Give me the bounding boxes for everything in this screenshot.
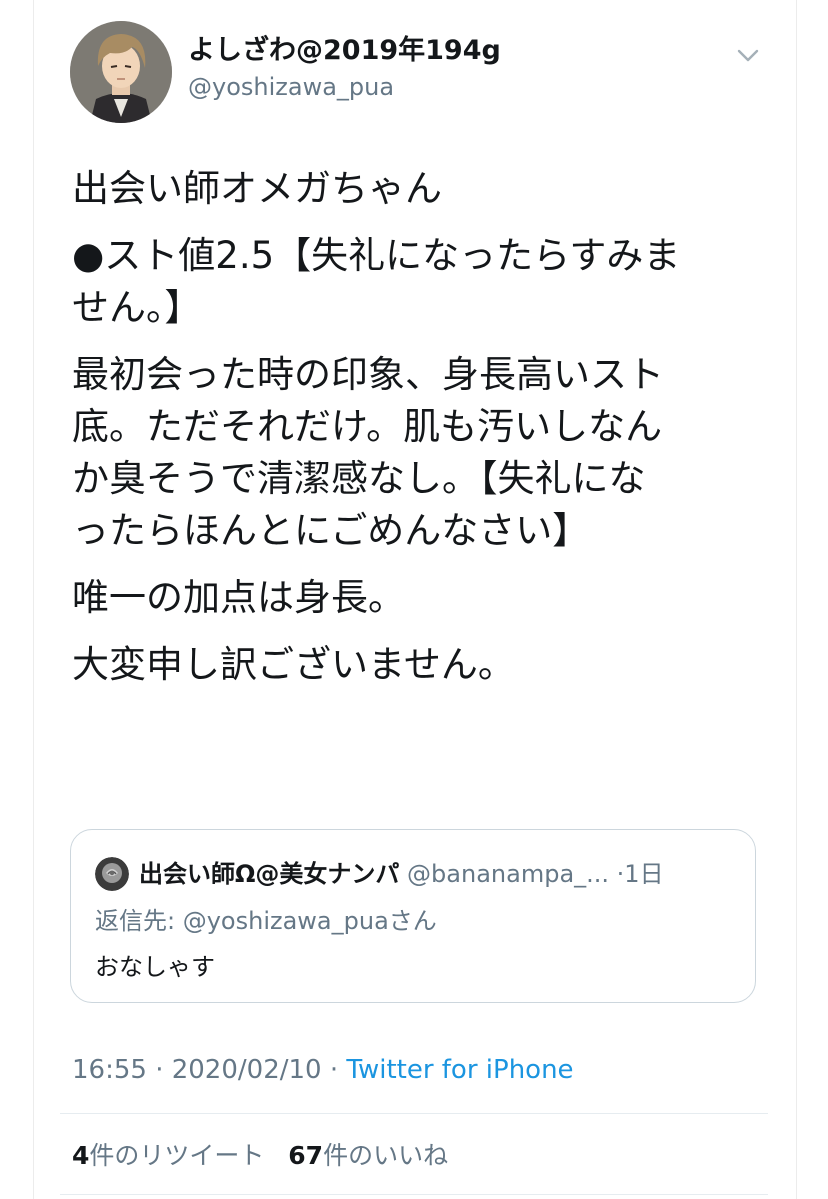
quoted-author-handle[interactable]: @bananampa_... (407, 860, 609, 888)
user-avatar-anime-icon (70, 21, 172, 123)
tweet-meta: 16:55 · 2020/02/10 · Twitter for iPhone (72, 1052, 574, 1088)
retweets-label: 件のリツイート (89, 1141, 265, 1170)
rose-avatar-icon (95, 857, 129, 891)
tweet-source-link[interactable]: Twitter for iPhone (346, 1055, 573, 1085)
likes-count: 67 (288, 1141, 324, 1170)
likes-stat[interactable]: 67件のいいね (288, 1141, 448, 1170)
tweet-paragraph: 最初会った時の印象、身長高いスト 底。ただそれだけ。肌も汚いしなん か臭そうで清… (72, 353, 664, 552)
tweet-stats: 4件のリツイート 67件のいいね (72, 1138, 448, 1174)
retweets-stat[interactable]: 4件のリツイート (72, 1141, 264, 1170)
author-avatar[interactable] (70, 21, 172, 123)
tweet-timestamp[interactable]: 16:55 · 2020/02/10 · (72, 1055, 346, 1085)
chevron-down-icon[interactable] (733, 43, 763, 67)
tweet-paragraph: 大変申し訳ございません。 (72, 643, 515, 686)
retweets-count: 4 (72, 1141, 90, 1170)
tweet-paragraph: ●スト値2.5【失礼になったらすみま せん。】 (72, 234, 681, 329)
quoted-tweet[interactable]: 出会い師Ω@美女ナンパ @bananampa_... ·1日 返信先: @yos… (70, 829, 756, 1003)
tweet-text: 出会い師オメガちゃん ●スト値2.5【失礼になったらすみま せん。】 最初会った… (72, 163, 772, 706)
divider (60, 1113, 768, 1114)
quoted-tweet-text: おなしゃす (95, 953, 215, 981)
author-display-name[interactable]: よしざわ@2019年194g (188, 34, 501, 68)
quoted-reply-to: 返信先: @yoshizawa_puaさん (95, 907, 437, 935)
likes-label: 件のいいね (323, 1141, 449, 1170)
quoted-tweet-header: 出会い師Ω@美女ナンパ @bananampa_... ·1日 (139, 857, 731, 891)
divider (60, 1194, 768, 1195)
author-screen-name[interactable]: @yoshizawa_pua (188, 72, 394, 102)
tweet-paragraph: 出会い師オメガちゃん (72, 167, 442, 210)
quoted-tweet-time: ·1日 (616, 860, 664, 888)
quoted-author-name[interactable]: 出会い師Ω@美女ナンパ (139, 860, 399, 888)
tweet-paragraph: 唯一の加点は身長。 (72, 576, 405, 619)
